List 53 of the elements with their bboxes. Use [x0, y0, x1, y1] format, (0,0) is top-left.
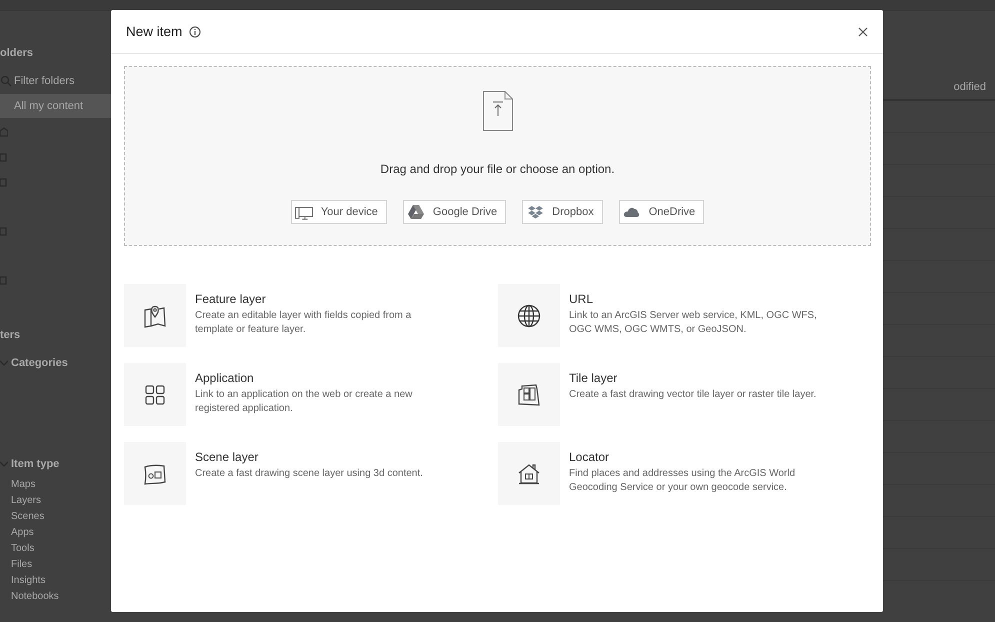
file-upload-icon [482, 91, 512, 131]
option-title: Locator [569, 450, 610, 464]
file-drop-zone[interactable]: Drag and drop your file or choose an option. Your device Google Drive Dropbox OneDrive [124, 66, 871, 246]
map-scene-icon [143, 462, 167, 484]
option-description: Link to an application on the web or create a new registered application. [195, 388, 414, 416]
option-description: Link to an ArcGIS Server web service, KML, OGC WFS, OGC WMS, OGC WMTS, or GeoJSON. [569, 309, 818, 337]
item-type-option[interactable]: Feature layer Create an editable layer with fields copied from a template or feature layer. [124, 284, 498, 347]
tiled-map-icon [517, 384, 541, 406]
box-logo-icon [528, 206, 543, 218]
column-header[interactable]: odified [954, 81, 986, 93]
item-type-option[interactable]: URL Link to an ArcGIS Server web service, KML, OGC WFS, OGC WMS, OGC WMTS, or GeoJSON. [498, 284, 870, 347]
triangle-logo-icon [408, 205, 424, 219]
filter-folders-field[interactable]: Filter folders [14, 75, 75, 87]
option-description: Find places and addresses using the ArcGIS World Geocoding Service or your own geocode service. [569, 467, 796, 495]
option-title: URL [569, 292, 594, 306]
item-type-filter[interactable]: Maps [11, 479, 111, 490]
item-type-filter[interactable]: Notebooks [11, 591, 111, 602]
option-description: Create a fast drawing vector tile layer or raster tile layer. [569, 388, 818, 402]
info-icon[interactable] [189, 26, 202, 38]
folders-heading: olders [0, 47, 34, 59]
upload-source-button[interactable]: Google Drive [402, 200, 506, 224]
cloud-icon [623, 207, 640, 217]
close-icon[interactable] [858, 26, 868, 36]
item-type-filter[interactable]: Layers [11, 495, 111, 506]
option-description: Create an editable layer with fields copied from a template or feature layer. [195, 309, 412, 337]
upload-source-button[interactable]: Dropbox [522, 200, 603, 224]
item-type-option[interactable]: Locator Find places and addresses using the ArcGIS World Geocoding Service or your own geocode service. [498, 442, 870, 505]
upload-source-button[interactable]: Your device [290, 200, 387, 224]
item-type-option[interactable]: Tile layer Create a fast drawing vector tile layer or raster tile layer. [498, 363, 870, 426]
drop-instructions: Drag and drop your file or choose an option. [380, 162, 615, 176]
item-type-filter[interactable]: Scenes [11, 511, 111, 522]
option-title: Feature layer [195, 292, 267, 306]
item-type-filter[interactable]: Insights [11, 575, 111, 586]
item-type-filter[interactable]: Tools [11, 543, 111, 554]
filters-heading: ters [0, 329, 22, 341]
item-type-filter[interactable]: Files [11, 559, 111, 570]
upload-source-button[interactable]: OneDrive [618, 200, 704, 224]
house-icon [518, 462, 540, 484]
item-type-option[interactable]: Application Link to an application on the web or create a new registered application. [124, 363, 498, 426]
option-title: Scene layer [195, 450, 260, 464]
globe-icon [517, 304, 541, 328]
map-pin-icon [143, 304, 167, 328]
folder-item[interactable]: All my content [0, 94, 111, 118]
item-type-filter[interactable]: Apps [11, 527, 111, 538]
filter-section-toggle[interactable]: Categories [0, 357, 111, 369]
option-title: Tile layer [569, 371, 618, 385]
grid-icon [145, 384, 165, 404]
item-type-option[interactable]: Scene layer Create a fast drawing scene layer using 3d content. [124, 442, 498, 505]
filter-section-toggle[interactable]: Item type [0, 458, 111, 470]
device-icon [294, 204, 313, 220]
option-title: Application [195, 371, 255, 385]
option-description: Create a fast drawing scene layer using 3d content. [195, 467, 424, 481]
dialog-title: New item [126, 24, 182, 39]
